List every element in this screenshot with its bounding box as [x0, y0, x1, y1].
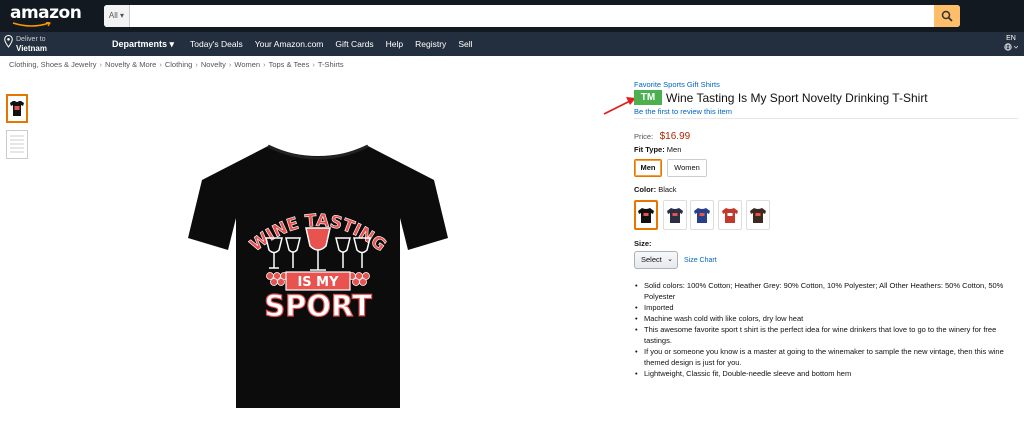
feature-bullet: Solid colors: 100% Cotton; Heather Grey:…	[634, 280, 1018, 302]
fit-type-value: Men	[666, 145, 682, 154]
design-text-is-my: IS MY	[297, 275, 339, 290]
breadcrumb-item[interactable]: T-Shirts	[318, 60, 344, 69]
tshirt-swatch-icon	[694, 208, 710, 223]
tshirt-swatch-icon	[638, 208, 654, 223]
color-label-text: Color:	[634, 185, 657, 194]
product-image-tshirt[interactable]: WINE TASTING IS MY SPORT	[186, 140, 450, 412]
globe-icon	[1004, 43, 1019, 51]
nav-sell[interactable]: Sell	[458, 39, 472, 50]
chevron-right-icon: ›	[312, 60, 315, 69]
departments-label: Departments	[112, 39, 168, 49]
size-chart-thumbnail-icon	[10, 135, 24, 153]
breadcrumb-item[interactable]: Clothing	[165, 60, 193, 69]
breadcrumb-item[interactable]: Novelty & More	[105, 60, 156, 69]
breadcrumb-item[interactable]: Clothing, Shoes & Jewelry	[9, 60, 97, 69]
color-label: Color: Black	[634, 185, 677, 194]
size-chart-link[interactable]: Size Chart	[684, 257, 717, 264]
breadcrumb-item[interactable]: Novelty	[201, 60, 226, 69]
fit-type-label-text: Fit Type:	[634, 145, 665, 154]
tm-badge: TM	[634, 90, 662, 105]
product-title-row: TM Wine Tasting Is My Sport Novelty Drin…	[634, 90, 928, 105]
amazon-logo[interactable]: amazon	[10, 3, 82, 23]
color-swatch-navy[interactable]	[663, 200, 687, 230]
feature-bullet: If you or someone you know is a master a…	[634, 346, 1018, 368]
feature-bullet: Imported	[634, 302, 1018, 313]
color-value: Black	[658, 185, 677, 194]
feature-bullet: Machine wash cold with like colors, dry …	[634, 313, 1018, 324]
color-swatch-brown[interactable]	[746, 200, 770, 230]
feature-bullet: This awesome favorite sport t shirt is t…	[634, 324, 1018, 346]
fit-type-label: Fit Type: Men	[634, 145, 681, 154]
chevron-right-icon: ›	[99, 60, 103, 69]
nav-help[interactable]: Help	[386, 39, 403, 50]
chevron-down-icon: ⌄	[667, 256, 673, 263]
divider	[634, 118, 1018, 119]
departments-menu[interactable]: Departments ▾	[112, 39, 174, 50]
feature-bullets: Solid colors: 100% Cotton; Heather Grey:…	[634, 280, 1018, 379]
color-swatch-royal-blue[interactable]	[690, 200, 714, 230]
logo-smile-icon	[12, 22, 51, 27]
nav-registry[interactable]: Registry	[415, 39, 446, 50]
search-icon	[941, 10, 953, 22]
language-code: EN	[1006, 35, 1016, 42]
breadcrumb-item[interactable]: Tops & Tees	[269, 60, 310, 69]
search-input[interactable]	[131, 5, 937, 27]
search-button[interactable]	[934, 5, 960, 27]
annotation-arrow-icon	[603, 97, 636, 115]
language-selector[interactable]: EN	[1004, 34, 1019, 54]
deliver-to-location[interactable]: Deliver to Vietnam	[4, 35, 47, 53]
tshirt-swatch-icon	[750, 208, 766, 223]
nav-gift-cards[interactable]: Gift Cards	[335, 39, 373, 50]
fit-option-men[interactable]: Men	[634, 159, 662, 177]
deliver-to-label: Deliver to	[16, 36, 46, 43]
search-bar: All ▾	[104, 5, 960, 27]
size-label: Size:	[634, 239, 652, 248]
fit-option-women[interactable]: Women	[667, 159, 707, 177]
design-text-sport: SPORT	[264, 289, 372, 323]
tshirt-swatch-icon	[722, 208, 738, 223]
search-category-label: All	[108, 11, 118, 20]
tshirt-swatch-icon	[667, 208, 683, 223]
color-swatch-black[interactable]	[634, 200, 658, 230]
nav-your-amazon[interactable]: Your Amazon.com	[255, 39, 324, 50]
product-title: Wine Tasting Is My Sport Novelty Drinkin…	[666, 90, 928, 105]
chevron-right-icon: ›	[195, 60, 198, 69]
deliver-country: Vietnam	[16, 44, 47, 53]
location-pin-icon	[4, 35, 13, 48]
breadcrumb-item[interactable]: Women	[234, 60, 260, 69]
nav-links: Departments ▾ Today's Deals Your Amazon.…	[112, 39, 485, 50]
thumbnail-tshirt[interactable]	[6, 94, 28, 123]
feature-bullet: Lightweight, Classic fit, Double-needle …	[634, 368, 1018, 379]
breadcrumb: Clothing, Shoes & Jewelry › Novelty & Mor…	[9, 60, 344, 69]
thumbnail-size-chart[interactable]	[6, 130, 28, 159]
brand-link[interactable]: Favorite Sports Gift Shirts	[634, 80, 720, 89]
tshirt-thumbnail-icon	[10, 101, 24, 116]
chevron-right-icon: ›	[263, 60, 266, 69]
price-label: Price:	[634, 132, 654, 141]
search-category-dropdown[interactable]: All ▾	[104, 5, 130, 27]
review-link[interactable]: Be the first to review this item	[634, 107, 732, 116]
price-row: Price: $16.99	[634, 126, 690, 144]
nav-todays-deals[interactable]: Today's Deals	[190, 39, 243, 50]
size-select-dropdown[interactable]: Select ⌄	[634, 251, 678, 269]
chevron-right-icon: ›	[228, 60, 232, 69]
secondary-navbar: Deliver to Vietnam Departments ▾ Today's…	[0, 32, 1024, 56]
top-navbar: amazon All ▾	[0, 0, 1024, 32]
color-swatch-red[interactable]	[718, 200, 742, 230]
size-select-value: Select	[641, 255, 662, 264]
chevron-right-icon: ›	[159, 60, 162, 69]
price-value: $16.99	[659, 131, 691, 142]
